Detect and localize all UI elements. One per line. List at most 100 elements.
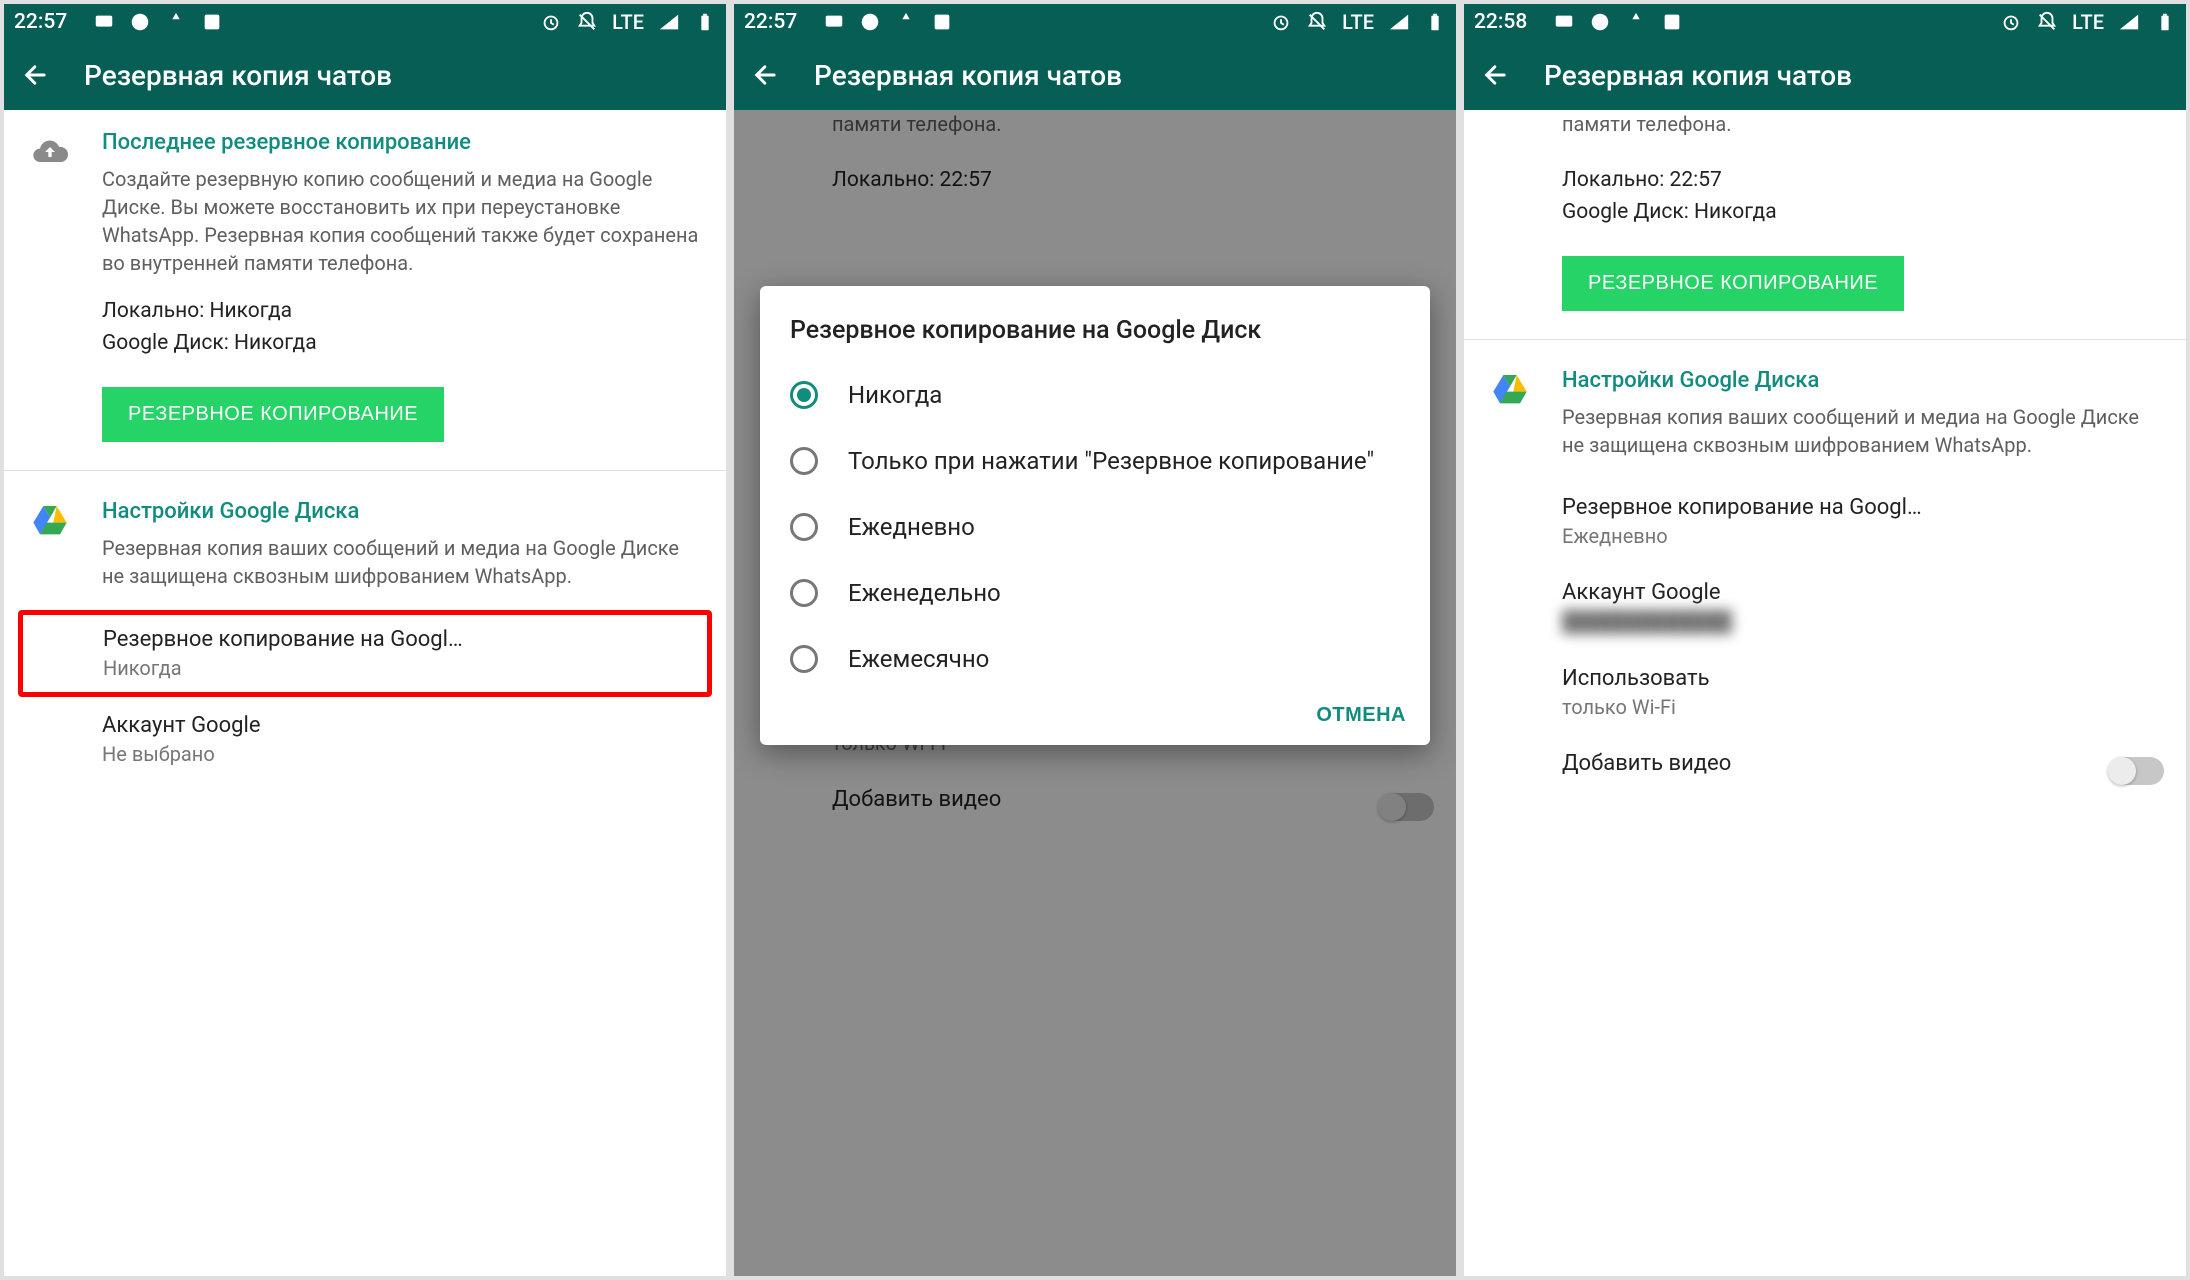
back-icon[interactable]	[752, 61, 780, 89]
viber-icon	[129, 11, 151, 33]
app-icon	[895, 11, 917, 33]
google-account-label: Аккаунт Google	[102, 713, 704, 738]
google-account-row[interactable]: Аккаунт Google Не выбрано	[4, 697, 726, 782]
dialog-title: Резервное копирование на Google Диск	[760, 314, 1430, 362]
statusbar-time: 22:57	[14, 10, 67, 34]
backup-frequency-label: Резервное копирование на Googl…	[103, 627, 699, 652]
gdrive-settings-title: Настройки Google Диска	[102, 499, 704, 524]
include-video-row[interactable]: Добавить видео	[1464, 735, 2186, 792]
gdrive-settings-desc: Резервная копия ваших сообщений и медиа …	[1562, 403, 2164, 459]
message-icon	[93, 11, 115, 33]
gdrive-settings-section: Настройки Google Диска Резервная копия в…	[1464, 348, 2186, 479]
statusbar-time: 22:57	[744, 10, 797, 34]
option-label: Только при нажатии "Резервное копировани…	[848, 446, 1374, 476]
option-label: Ежедневно	[848, 512, 975, 542]
local-backup-status: Локально: Никогда	[102, 295, 704, 327]
backup-frequency-row[interactable]: Резервное копирование на Googl… Ежедневн…	[1464, 479, 2186, 564]
battery-icon	[1424, 11, 1446, 33]
last-backup-section: Последнее резервное копирование Создайте…	[4, 110, 726, 462]
google-drive-icon	[1490, 370, 1530, 410]
cancel-button[interactable]: ОТМЕНА	[1316, 704, 1406, 727]
option-label: Еженедельно	[848, 578, 1001, 608]
appbar-title: Резервная копия чатов	[814, 59, 1122, 92]
network-label: LTE	[2072, 10, 2104, 34]
google-account-value: ████████████	[1562, 609, 2164, 634]
option-daily[interactable]: Ежедневно	[760, 494, 1430, 560]
google-account-value: Не выбрано	[102, 742, 704, 766]
gdrive-backup-status: Google Диск: Никогда	[1562, 196, 2164, 228]
gallery-icon	[201, 11, 223, 33]
option-label: Ежемесячно	[848, 644, 989, 674]
network-label: LTE	[1342, 10, 1374, 34]
viber-icon	[1589, 11, 1611, 33]
last-backup-desc: Создайте резервную копию сообщений и мед…	[102, 165, 704, 277]
include-video-label: Добавить видео	[1562, 751, 2164, 776]
local-backup-status: Локально: 22:57	[1562, 164, 2164, 196]
battery-icon	[2154, 11, 2176, 33]
bell-off-icon	[2036, 11, 2058, 33]
gallery-icon	[931, 11, 953, 33]
app-icon	[165, 11, 187, 33]
option-label: Никогда	[848, 380, 942, 410]
option-monthly[interactable]: Ежемесячно	[760, 626, 1430, 692]
radio-icon	[790, 447, 818, 475]
content: Последнее резервное копирование Создайте…	[4, 110, 726, 1276]
viber-icon	[859, 11, 881, 33]
radio-icon	[790, 513, 818, 541]
appbar: Резервная копия чатов	[4, 40, 726, 110]
screenshot-2: 22:57 LTE Резервная копия чатов памяти т…	[734, 4, 1456, 1276]
use-network-value: только Wi-Fi	[1562, 695, 2164, 719]
screenshot-3: 22:58 LTE Резервная копия чатов памяти т…	[1464, 4, 2186, 1276]
option-on-tap[interactable]: Только при нажатии "Резервное копировани…	[760, 428, 1430, 494]
option-weekly[interactable]: Еженедельно	[760, 560, 1430, 626]
signal-icon	[1388, 11, 1410, 33]
gdrive-backup-status: Google Диск: Никогда	[102, 327, 704, 359]
bell-off-icon	[576, 11, 598, 33]
google-drive-icon	[30, 501, 70, 541]
network-label: LTE	[612, 10, 644, 34]
backup-frequency-row[interactable]: Резервное копирование на Googl… Никогда	[18, 610, 712, 697]
backup-frequency-value: Ежедневно	[1562, 524, 2164, 548]
google-account-row[interactable]: Аккаунт Google ████████████	[1464, 564, 2186, 650]
last-backup-title: Последнее резервное копирование	[102, 130, 704, 155]
backup-button[interactable]: РЕЗЕРВНОЕ КОПИРОВАНИЕ	[102, 387, 444, 442]
content: памяти телефона. Локально: 22:57 Использ…	[734, 110, 1456, 1276]
gdrive-settings-desc: Резервная копия ваших сообщений и медиа …	[102, 534, 704, 590]
cloud-upload-icon	[30, 132, 70, 172]
back-icon[interactable]	[1482, 61, 1510, 89]
backup-button[interactable]: РЕЗЕРВНОЕ КОПИРОВАНИЕ	[1562, 256, 1904, 311]
appbar: Резервная копия чатов	[734, 40, 1456, 110]
use-network-label: Использовать	[1562, 666, 2164, 691]
divider	[1464, 339, 2186, 340]
divider	[4, 470, 726, 471]
signal-icon	[2118, 11, 2140, 33]
radio-icon	[790, 645, 818, 673]
use-network-row[interactable]: Использовать только Wi-Fi	[1464, 650, 2186, 735]
radio-icon	[790, 579, 818, 607]
message-icon	[823, 11, 845, 33]
last-backup-section: памяти телефона. Локально: 22:57 Google …	[1464, 110, 2186, 331]
battery-icon	[694, 11, 716, 33]
appbar-title: Резервная копия чатов	[1544, 59, 1852, 92]
desc-fragment: памяти телефона.	[1562, 110, 2164, 138]
option-never[interactable]: Никогда	[760, 362, 1430, 428]
backup-frequency-label: Резервное копирование на Googl…	[1562, 495, 2164, 520]
google-account-label: Аккаунт Google	[1562, 580, 2164, 605]
radio-icon	[790, 381, 818, 409]
backup-frequency-dialog: Резервное копирование на Google Диск Ник…	[760, 286, 1430, 745]
include-video-toggle[interactable]	[2110, 757, 2164, 785]
appbar-title: Резервная копия чатов	[84, 59, 392, 92]
signal-icon	[658, 11, 680, 33]
screenshot-1: 22:57 LTE Резервная копия чатов Последне…	[4, 4, 726, 1276]
statusbar: 22:57 LTE	[4, 4, 726, 40]
statusbar: 22:58 LTE	[1464, 4, 2186, 40]
backup-frequency-value: Никогда	[103, 656, 699, 680]
statusbar-time: 22:58	[1474, 10, 1527, 34]
app-icon	[1625, 11, 1647, 33]
back-icon[interactable]	[22, 61, 50, 89]
message-icon	[1553, 11, 1575, 33]
bell-off-icon	[1306, 11, 1328, 33]
gallery-icon	[1661, 11, 1683, 33]
gdrive-settings-title: Настройки Google Диска	[1562, 368, 2164, 393]
statusbar: 22:57 LTE	[734, 4, 1456, 40]
